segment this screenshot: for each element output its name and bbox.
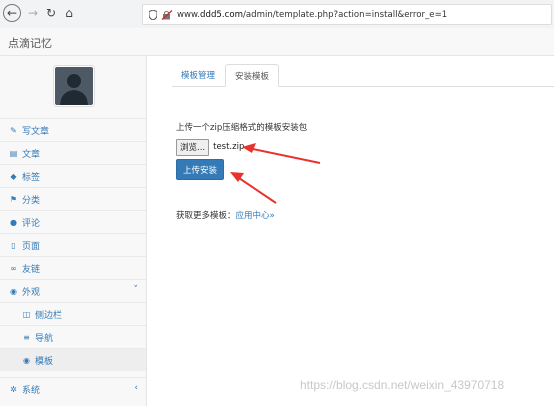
- sidebar-item-sidebar[interactable]: ◫ 侧边栏: [0, 302, 146, 325]
- list-icon: ▤: [9, 148, 18, 158]
- sidebar-item-label: 模板: [35, 356, 54, 367]
- tab-template-install[interactable]: 安装模板: [225, 64, 280, 87]
- pencil-icon: ✎: [10, 125, 17, 135]
- sidebar-item-system[interactable]: ✲ 系统 ‹: [0, 377, 146, 400]
- more-templates-label: 获取更多模板：: [176, 211, 236, 221]
- sidebar-item-label: 写文章: [22, 126, 50, 137]
- sidebar-item-links[interactable]: ∞ 友链: [0, 256, 146, 279]
- annotation-arrow-file: [242, 143, 321, 164]
- browse-button[interactable]: 浏览...: [176, 138, 210, 156]
- sidebar-item-write-post[interactable]: ✎ 写文章: [0, 118, 146, 141]
- sidebar-item-label: 评论: [22, 218, 41, 229]
- template-tabs: 模板管理 安装模板: [172, 64, 554, 87]
- sidebar-item-categories[interactable]: ⚑ 分类: [0, 187, 146, 210]
- sidebar: ✎ 写文章 ▤ 文章 ◆ 标签 ⚑ 分类 ● 评论 ▯ 页面 ∞ 友链 ◉ 外观…: [0, 56, 147, 406]
- user-silhouette-icon: [60, 74, 88, 105]
- more-templates: 获取更多模板：应用中心»: [176, 209, 275, 221]
- avatar: [53, 65, 95, 107]
- bars-icon: ≡: [23, 332, 30, 342]
- app-center-link[interactable]: 应用中心»: [236, 211, 275, 221]
- browser-toolbar: ← → ↻ ⌂ www.ddd5.com/admin/template.php?…: [0, 0, 554, 29]
- sidebar-item-templates[interactable]: ◉ 模板: [0, 348, 146, 371]
- chevron-left-icon: ‹: [134, 383, 138, 393]
- annotation-arrow-upload: [230, 172, 277, 204]
- eye-icon: ◉: [10, 286, 17, 296]
- sidebar-item-navigation[interactable]: ≡ 导航: [0, 325, 146, 348]
- sidebar-item-appearance[interactable]: ◉ 外观 ˅: [0, 279, 146, 302]
- reload-icon[interactable]: ↻: [42, 4, 60, 22]
- watermark: https://blog.csdn.net/weixin_43970718: [300, 378, 505, 392]
- selected-file-name: test.zip: [213, 142, 245, 152]
- sidebar-item-pages[interactable]: ▯ 页面: [0, 233, 146, 256]
- insecure-lock-icon[interactable]: [161, 9, 173, 20]
- sidebar-item-label: 页面: [22, 241, 41, 252]
- comment-icon: ●: [10, 217, 17, 227]
- sidebar-item-label: 友链: [22, 264, 41, 275]
- app-title[interactable]: 点滴记忆: [8, 35, 52, 51]
- shield-icon: [149, 9, 157, 20]
- gear-icon: ✲: [10, 384, 17, 394]
- tag-icon: ◆: [10, 171, 17, 181]
- sidebar-item-label: 分类: [22, 195, 41, 206]
- forward-arrow-icon[interactable]: →: [24, 4, 42, 22]
- url-text: www.ddd5.com/admin/template.php?action=i…: [177, 9, 448, 20]
- home-icon[interactable]: ⌂: [60, 4, 78, 22]
- tab-template-manage[interactable]: 模板管理: [172, 64, 224, 86]
- sidebar-item-tags[interactable]: ◆ 标签: [0, 164, 146, 187]
- sidebar-item-label: 导航: [35, 333, 54, 344]
- file-icon: ▯: [11, 240, 16, 250]
- upload-hint: 上传一个zip压缩格式的模板安装包: [176, 123, 308, 133]
- address-bar[interactable]: www.ddd5.com/admin/template.php?action=i…: [142, 4, 552, 25]
- file-input[interactable]: 浏览... test.zip: [176, 138, 245, 156]
- back-arrow-icon[interactable]: ←: [3, 4, 21, 22]
- sidebar-item-label: 系统: [22, 385, 41, 396]
- chevron-down-icon: ˅: [133, 285, 139, 295]
- sidebar-item-label: 侧边栏: [35, 310, 63, 321]
- sidebar-item-label: 标签: [22, 172, 41, 183]
- upload-install-button[interactable]: 上传安装: [176, 159, 224, 180]
- sidebar-item-posts[interactable]: ▤ 文章: [0, 141, 146, 164]
- link-icon: ∞: [10, 263, 17, 273]
- eye-icon: ◉: [23, 355, 30, 365]
- sidebar-item-label: 外观: [22, 287, 41, 298]
- flag-icon: ⚑: [9, 194, 18, 204]
- columns-icon: ◫: [22, 309, 31, 319]
- sidebar-item-comments[interactable]: ● 评论: [0, 210, 146, 233]
- app-header: 点滴记忆: [0, 28, 554, 56]
- sidebar-item-label: 文章: [22, 149, 41, 160]
